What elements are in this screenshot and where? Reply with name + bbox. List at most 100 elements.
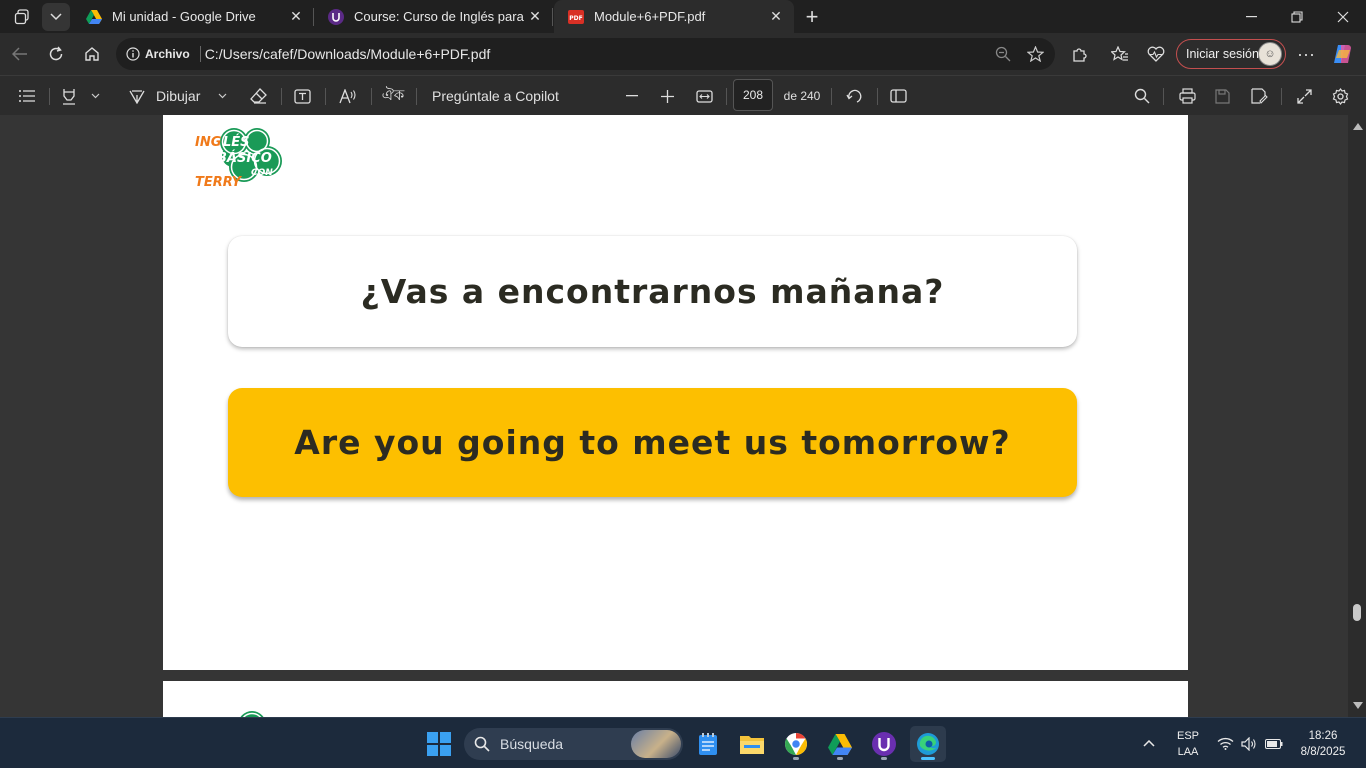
search-highlight-image (631, 730, 681, 758)
google-drive-icon (86, 9, 102, 25)
pdf-toolbar: Dibujar ঐক Pregúntale a Copilot 208 de 2… (0, 75, 1366, 115)
course-app-icon[interactable] (866, 726, 902, 762)
notepad-icon[interactable] (690, 726, 726, 762)
show-hidden-icons-chevron-icon[interactable] (1137, 718, 1161, 768)
ask-copilot-button[interactable]: Pregúntale a Copilot (432, 82, 572, 110)
file-explorer-icon[interactable] (734, 726, 770, 762)
tab-course[interactable]: Course: Curso de Inglés para principiant… (314, 0, 553, 33)
avatar: ☺ (1258, 42, 1282, 66)
battery-icon[interactable] (1262, 718, 1286, 768)
draw-dropdown-chevron-icon[interactable] (213, 82, 231, 110)
input-language-indicator[interactable]: ESP LAA (1170, 728, 1206, 760)
page-number-input[interactable]: 208 (733, 79, 773, 111)
highlight-marker-icon[interactable] (56, 82, 82, 110)
fullscreen-expand-icon[interactable] (1291, 82, 1317, 110)
extensions-puzzle-icon[interactable] (1064, 40, 1094, 68)
active-indicator (921, 757, 935, 760)
running-indicator (837, 757, 843, 760)
new-tab-plus-icon[interactable]: + (798, 3, 826, 31)
browser-essentials-heart-icon[interactable] (1141, 40, 1171, 68)
restore-icon[interactable] (1274, 0, 1320, 33)
wifi-icon[interactable] (1214, 718, 1236, 768)
workspaces-icon[interactable] (6, 3, 38, 31)
tab-strip: Mi unidad - Google Drive ✕ Course: Curso… (0, 0, 1366, 33)
close-tab-icon[interactable]: ✕ (525, 7, 545, 27)
address-toolbar: Archivo C:/Users/cafef/Downloads/Module+… (0, 33, 1366, 75)
clock-date: 8/8/2025 (1300, 746, 1346, 758)
page-view-icon[interactable] (885, 82, 911, 110)
zoom-out-minus-icon[interactable] (619, 82, 645, 110)
favorites-list-icon[interactable] (1105, 40, 1135, 68)
tab-pdf-active[interactable]: PDF Module+6+PDF.pdf ✕ (554, 0, 794, 33)
save-as-icon[interactable] (1246, 82, 1272, 110)
signin-label: Iniciar sesión (1186, 47, 1259, 61)
volume-speaker-icon[interactable] (1238, 718, 1260, 768)
tab-title: Course: Curso de Inglés para principiant… (354, 9, 525, 24)
windows-start-icon[interactable] (421, 726, 457, 762)
back-arrow-icon[interactable] (5, 40, 35, 68)
fit-width-icon[interactable] (691, 82, 717, 110)
vertical-scrollbar[interactable] (1348, 115, 1366, 717)
system-clock[interactable]: 18:26 8/8/2025 (1290, 728, 1356, 760)
rotate-icon[interactable] (841, 82, 867, 110)
clock-time: 18:26 (1308, 730, 1338, 742)
scrollbar-thumb[interactable] (1353, 604, 1361, 621)
pdf-page: ING LÉS BÁSICO CON TERRY ¿Vas a encontra… (163, 115, 1188, 670)
close-window-icon[interactable] (1320, 0, 1366, 33)
svg-text:CON: CON (251, 168, 273, 178)
read-aloud-icon[interactable] (335, 82, 361, 110)
divider (199, 46, 201, 62)
copilot-icon[interactable] (1328, 40, 1358, 68)
svg-text:ING: ING (195, 135, 222, 150)
scroll-up-arrow-icon[interactable] (1353, 123, 1363, 130)
scheme-label: Archivo (145, 47, 190, 61)
microsoft-edge-icon[interactable] (910, 726, 946, 762)
lang-top: ESP (1176, 730, 1199, 742)
home-icon[interactable] (77, 40, 107, 68)
address-field[interactable]: Archivo C:/Users/cafef/Downloads/Module+… (116, 38, 1055, 70)
tab-title: Module+6+PDF.pdf (594, 9, 706, 24)
more-options-icon[interactable]: ··· (1291, 40, 1321, 68)
minimize-icon[interactable] (1228, 0, 1274, 33)
url-text: C:/Users/cafef/Downloads/Module+6+PDF.pd… (204, 46, 491, 62)
print-icon[interactable] (1174, 82, 1200, 110)
tab-title: Mi unidad - Google Drive (112, 9, 256, 24)
google-drive-app-icon[interactable] (822, 726, 858, 762)
pdf-viewer[interactable]: ING LÉS BÁSICO CON TERRY ¿Vas a encontra… (0, 115, 1366, 717)
refresh-icon[interactable] (41, 40, 71, 68)
search-icon (474, 736, 490, 752)
tab-google-drive[interactable]: Mi unidad - Google Drive ✕ (72, 0, 314, 33)
google-chrome-icon[interactable] (778, 726, 814, 762)
svg-text:BÁSICO: BÁSICO (217, 150, 272, 166)
draw-pen-icon[interactable] (124, 82, 150, 110)
zoom-in-plus-icon[interactable] (654, 82, 680, 110)
zoom-out-magnifier-icon[interactable] (987, 40, 1019, 68)
signin-button[interactable]: Iniciar sesión ☺ (1176, 39, 1286, 69)
tab-actions-chevron-icon[interactable] (42, 3, 70, 31)
settings-gear-icon[interactable] (1327, 82, 1353, 110)
close-tab-icon[interactable]: ✕ (766, 7, 786, 27)
contents-list-icon[interactable] (14, 82, 40, 110)
running-indicator (881, 757, 887, 760)
highlight-dropdown-chevron-icon[interactable] (86, 82, 104, 110)
spanish-phrase-card: ¿Vas a encontrarnos mañana? (228, 236, 1077, 347)
page-total-label: de 240 (783, 89, 821, 103)
running-indicator (793, 757, 799, 760)
add-text-icon[interactable] (289, 82, 315, 110)
info-icon[interactable] (125, 46, 141, 62)
svg-text:TERRY: TERRY (195, 175, 243, 189)
translate-icon[interactable]: ঐক (380, 82, 406, 110)
lang-bottom: LAA (1177, 746, 1199, 758)
save-disk-icon[interactable] (1209, 82, 1235, 110)
taskbar-search-field[interactable]: Búsqueda (464, 728, 683, 760)
svg-text:PDF: PDF (569, 15, 582, 22)
draw-label[interactable]: Dibujar (156, 82, 206, 110)
find-search-icon[interactable] (1129, 82, 1155, 110)
pdf-icon: PDF (568, 9, 584, 25)
favorite-star-icon[interactable] (1019, 40, 1051, 68)
next-pdf-page (163, 681, 1188, 717)
eraser-icon[interactable] (245, 82, 271, 110)
scroll-down-arrow-icon[interactable] (1353, 702, 1363, 709)
spanish-phrase: ¿Vas a encontrarnos mañana? (360, 272, 945, 311)
close-tab-icon[interactable]: ✕ (286, 7, 306, 27)
